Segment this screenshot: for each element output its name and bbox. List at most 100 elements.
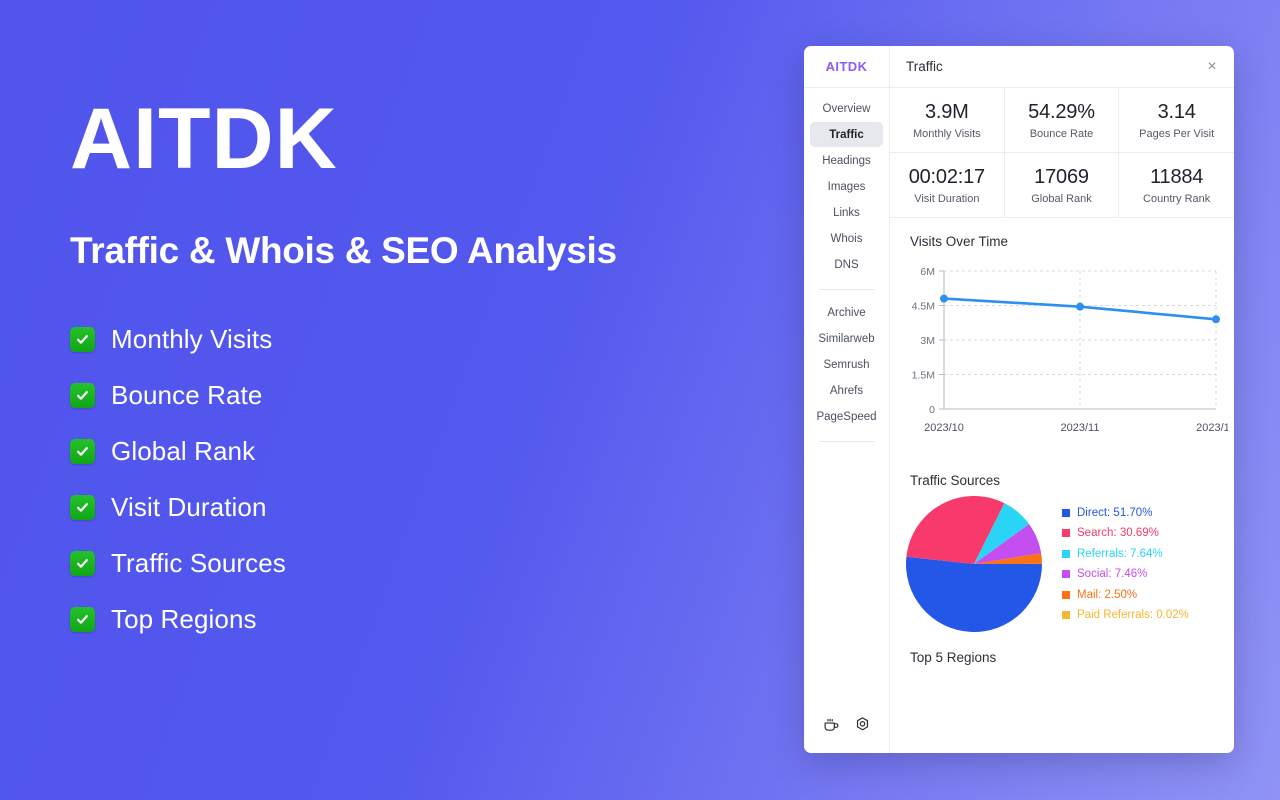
- pie-chart: [890, 494, 1058, 634]
- stat-cell: 00:02:17 Visit Duration: [890, 153, 1005, 218]
- legend-label: Direct: 51.70%: [1077, 506, 1153, 519]
- sidebar-item-semrush[interactable]: Semrush: [810, 352, 883, 377]
- feature-item: Traffic Sources: [70, 548, 770, 579]
- sidebar-item-links[interactable]: Links: [810, 200, 883, 225]
- legend-swatch: [1062, 590, 1070, 599]
- sidebar-secondary-group: Archive Similarweb Semrush Ahrefs PageSpeed: [810, 300, 883, 430]
- hero-subtitle: Traffic & Whois & SEO Analysis: [70, 230, 617, 271]
- check-badge-icon: [70, 383, 95, 408]
- data-point: [1076, 302, 1084, 311]
- stat-label: Pages Per Visit: [1139, 128, 1215, 140]
- data-point: [1212, 315, 1220, 324]
- hero-section: AITDK Traffic & Whois & SEO Analysis Mon…: [70, 96, 770, 660]
- legend-item: Paid Referrals: 0.02%: [1062, 609, 1234, 621]
- legend-swatch: [1062, 549, 1070, 558]
- legend-item: Referrals: 7.64%: [1062, 548, 1234, 560]
- panel-title: Traffic: [906, 59, 943, 74]
- visits-line-chart: 0 1.5M 3M 4.5M 6M 2023/10 2023/11 2023/12: [890, 249, 1234, 457]
- x-axis-tick-label: 2023/10: [924, 422, 964, 434]
- section-title-traffic-sources: Traffic Sources: [910, 473, 1001, 488]
- sidebar-item-similarweb[interactable]: Similarweb: [810, 326, 883, 351]
- check-badge-icon: [70, 551, 95, 576]
- gear-icon[interactable]: [854, 716, 871, 738]
- y-axis-tick-label: 3M: [920, 335, 935, 347]
- sidebar-item-pagespeed[interactable]: PageSpeed: [810, 404, 883, 429]
- legend-swatch: [1062, 508, 1070, 517]
- legend-label: Paid Referrals: 0.02%: [1077, 609, 1189, 622]
- sidebar-item-whois[interactable]: Whois: [810, 226, 883, 251]
- check-badge-icon: [70, 327, 95, 352]
- stat-value: 3.14: [1157, 101, 1196, 123]
- x-axis-tick-label: 2023/11: [1061, 422, 1100, 434]
- brand-logo: AITDK: [825, 59, 868, 74]
- y-axis-tick-label: 4.5M: [912, 301, 935, 313]
- page-title: AITDK: [70, 91, 338, 187]
- panel-body: Overview Traffic Headings Images Links Whois D…: [804, 88, 1234, 753]
- sidebar-nav: Overview Traffic Headings Images Links Whois D…: [804, 88, 889, 753]
- section-title-visits: Visits Over Time: [910, 234, 1009, 249]
- stat-label: Global Rank: [1031, 193, 1092, 205]
- stat-value: 00:02:17: [908, 166, 985, 188]
- stat-label: Visit Duration: [914, 193, 980, 205]
- feature-list: Monthly Visits Bounce Rate Global Rank Visi…: [70, 324, 770, 635]
- pie-legend: Direct: 51.70% Search: 30.69% Referrals: 7…: [1058, 507, 1234, 621]
- x-axis-tick-label: 2023/12: [1196, 422, 1228, 434]
- close-icon[interactable]: ×: [1203, 58, 1221, 75]
- coffee-cup-icon[interactable]: [823, 716, 840, 738]
- legend-label: Search: 30.69%: [1077, 527, 1159, 540]
- stat-cell: 54.29% Bounce Rate: [1004, 88, 1120, 153]
- stat-label: Country Rank: [1143, 193, 1211, 205]
- feature-label: Traffic Sources: [111, 548, 286, 578]
- legend-item: Direct: 51.70%: [1062, 507, 1234, 519]
- sidebar-divider-bottom: [818, 441, 875, 442]
- panel-header-bar: Traffic ×: [889, 46, 1234, 87]
- legend-item: Search: 30.69%: [1062, 527, 1234, 539]
- stat-cell: 11884 Country Rank: [1119, 153, 1234, 218]
- stat-value: 17069: [1034, 166, 1089, 188]
- legend-item: Mail: 2.50%: [1062, 589, 1234, 601]
- sidebar-item-traffic[interactable]: Traffic: [810, 122, 883, 147]
- y-axis-tick-label: 1.5M: [912, 370, 935, 382]
- feature-label: Global Rank: [111, 436, 256, 466]
- traffic-sources-chart: Direct: 51.70% Search: 30.69% Referrals: 7…: [890, 488, 1234, 634]
- sidebar-item-ahrefs[interactable]: Ahrefs: [810, 378, 883, 403]
- stat-value: 3.9M: [924, 101, 969, 123]
- y-axis-tick-label: 0: [929, 404, 935, 416]
- data-point: [940, 294, 948, 303]
- legend-swatch: [1062, 529, 1070, 538]
- sidebar-item-images[interactable]: Images: [810, 174, 883, 199]
- sidebar-item-archive[interactable]: Archive: [810, 300, 883, 325]
- stat-value: 54.29%: [1028, 101, 1095, 123]
- feature-item: Visit Duration: [70, 492, 770, 523]
- stats-grid: 3.9M Monthly Visits 54.29% Bounce Rate 3.14 P…: [890, 88, 1234, 218]
- sidebar-item-overview[interactable]: Overview: [810, 96, 883, 121]
- check-badge-icon: [70, 607, 95, 632]
- feature-item: Global Rank: [70, 436, 770, 467]
- feature-label: Visit Duration: [111, 492, 267, 522]
- feature-item: Monthly Visits: [70, 324, 770, 355]
- pie-slice: [906, 556, 1042, 632]
- stat-cell: 17069 Global Rank: [1004, 153, 1120, 218]
- check-badge-icon: [70, 495, 95, 520]
- legend-swatch: [1062, 570, 1070, 579]
- stat-cell: 3.14 Pages Per Visit: [1119, 88, 1234, 153]
- feature-label: Top Regions: [111, 604, 257, 634]
- check-badge-icon: [70, 439, 95, 464]
- legend-label: Referrals: 7.64%: [1077, 547, 1163, 560]
- legend-swatch: [1062, 611, 1070, 620]
- sidebar-item-dns[interactable]: DNS: [810, 252, 883, 277]
- panel-header: AITDK Traffic ×: [804, 46, 1234, 88]
- panel-content: 3.9M Monthly Visits 54.29% Bounce Rate 3.14 P…: [889, 88, 1234, 753]
- legend-label: Social: 7.46%: [1077, 568, 1148, 581]
- extension-panel: AITDK Traffic × Overview Traffic Headings I…: [804, 46, 1234, 753]
- legend-item: Social: 7.46%: [1062, 568, 1234, 580]
- sidebar-item-headings[interactable]: Headings: [810, 148, 883, 173]
- legend-label: Mail: 2.50%: [1077, 588, 1138, 601]
- section-title-top-regions: Top 5 Regions: [910, 650, 997, 665]
- sidebar-primary-group: Overview Traffic Headings Images Links Whois D…: [810, 96, 883, 278]
- feature-label: Bounce Rate: [111, 380, 263, 410]
- sidebar-divider-top: [818, 289, 875, 290]
- feature-item: Bounce Rate: [70, 380, 770, 411]
- feature-item: Top Regions: [70, 604, 770, 635]
- sidebar-tools: [804, 701, 889, 753]
